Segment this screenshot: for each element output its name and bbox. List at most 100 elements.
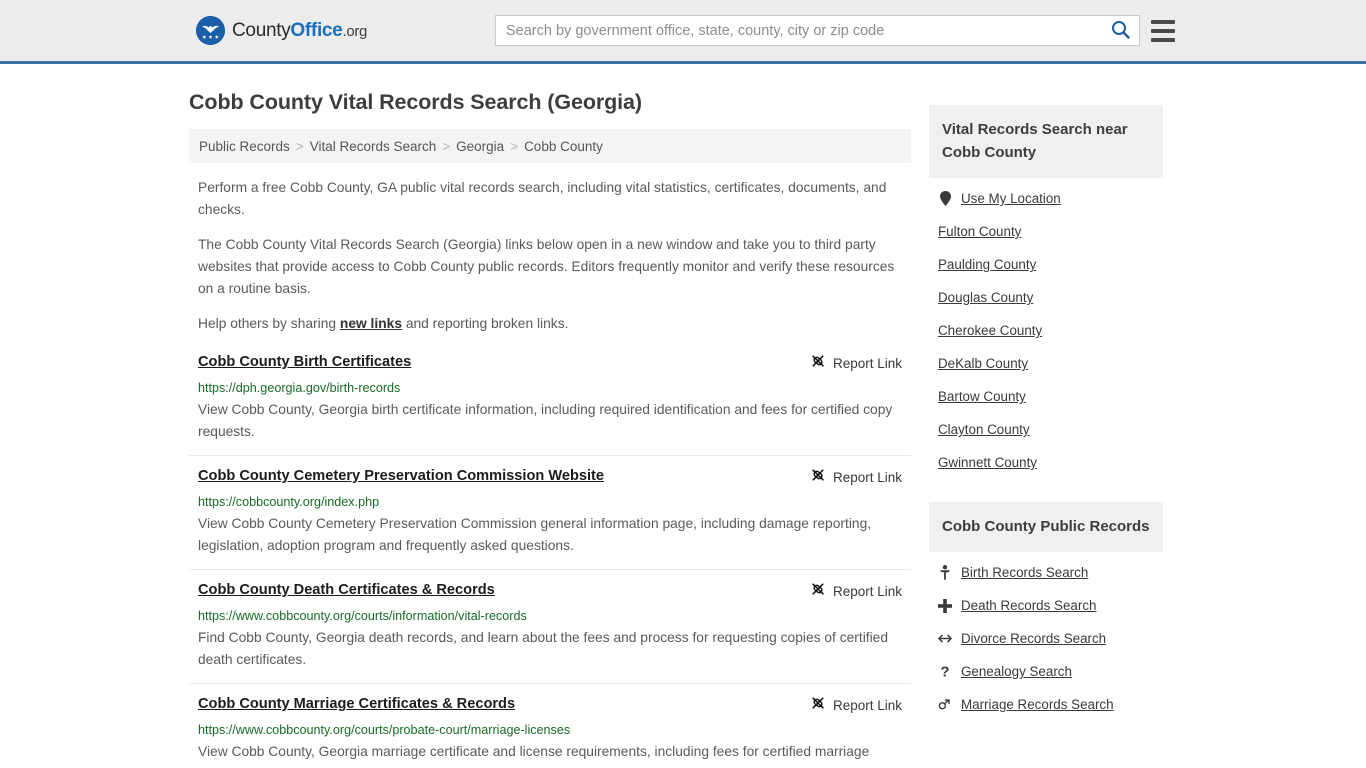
broken-link-icon [810,467,826,488]
page-body: Cobb County Vital Records Search (Georgi… [0,64,1366,768]
new-links-link[interactable]: new links [340,316,402,331]
result-title-link[interactable]: Cobb County Marriage Certificates & Reco… [198,694,515,714]
public-records-heading: Cobb County Public Records [929,502,1163,552]
use-my-location-label: Use My Location [961,191,1061,206]
public-record-death-records-search[interactable]: Death Records Search [929,589,1163,622]
public-record-divorce-records-search[interactable]: Divorce Records Search [929,622,1163,655]
result-title-link[interactable]: Cobb County Death Certificates & Records [198,580,495,600]
sidebar-county-label: Bartow County [938,389,1026,404]
breadcrumb-separator: > [295,138,304,154]
public-record-label: Birth Records Search [961,565,1089,580]
result-title-link[interactable]: Cobb County Cemetery Preservation Commis… [198,466,604,486]
sidebar-county-bartow[interactable]: Bartow County [929,380,1163,413]
result-title-link[interactable]: Cobb County Birth Certificates [198,352,411,372]
report-link-button[interactable]: Report Link [810,695,902,716]
public-record-marriage-records-search[interactable]: Marriage Records Search [929,688,1163,721]
sidebar-county-label: Cherokee County [938,323,1043,338]
public-record-label: Death Records Search [961,598,1097,613]
main-content: Cobb County Vital Records Search (Georgi… [189,64,911,768]
sidebar-county-label: Clayton County [938,422,1030,437]
site-logo-text: CountyOffice.org [232,20,367,42]
result-description: Find Cobb County, Georgia death records,… [198,630,888,667]
question-mark-icon: ? [938,664,952,679]
sidebar-county-dekalb[interactable]: DeKalb County [929,347,1163,380]
breadcrumb-separator: > [442,138,451,154]
intro-paragraph-2: The Cobb County Vital Records Search (Ge… [198,237,895,296]
eagle-seal-logo [196,16,225,45]
search-input[interactable] [496,16,1101,45]
sidebar-county-label: Fulton County [938,224,1022,239]
report-link-label: Report Link [832,698,902,713]
brand-part-county: County [232,19,291,41]
sidebar-county-label: Douglas County [938,290,1034,305]
menu-bar-2 [1151,28,1175,33]
results-list: Cobb County Birth Certificates Report Li… [189,348,911,768]
report-link-button[interactable]: Report Link [810,353,902,374]
map-pin-icon [938,191,952,206]
result-url[interactable]: https://www.cobbcounty.org/courts/probat… [198,722,902,738]
report-link-label: Report Link [832,356,902,371]
sidebar-county-label: Gwinnett County [938,455,1037,470]
search-icon [1111,20,1130,42]
sidebar-county-label: DeKalb County [938,356,1029,371]
public-record-label: Genealogy Search [961,664,1072,679]
result-url[interactable]: https://dph.georgia.gov/birth-records [198,380,902,396]
public-record-label: Divorce Records Search [961,631,1107,646]
intro-share-prefix: Help others by sharing [198,316,340,331]
public-records-panel: Cobb County Public Records Birth Records… [929,502,1163,721]
nearby-counties-panel: Vital Records Search near Cobb County Us… [929,105,1163,479]
baby-icon [938,565,952,580]
report-link-button[interactable]: Report Link [810,581,902,602]
broken-link-icon [810,353,826,374]
left-right-arrow-icon [938,633,952,644]
result-description: View Cobb County, Georgia birth certific… [198,402,893,439]
result-url[interactable]: https://cobbcounty.org/index.php [198,494,902,510]
result-item: Cobb County Birth Certificates Report Li… [189,348,911,455]
search-bar[interactable] [495,15,1140,46]
page-title: Cobb County Vital Records Search (Georgi… [189,90,642,114]
report-link-label: Report Link [832,584,902,599]
result-description: View Cobb County, Georgia marriage certi… [198,744,870,768]
breadcrumb-item-vital-records-search[interactable]: Vital Records Search [310,139,437,154]
result-url[interactable]: https://www.cobbcounty.org/courts/inform… [198,608,902,624]
menu-bar-3 [1151,37,1175,42]
intro-share-suffix: and reporting broken links. [402,316,569,331]
svg-text:?: ? [940,664,949,679]
site-header: CountyOffice.org [0,0,1366,64]
public-record-genealogy-search[interactable]: ? Genealogy Search [929,655,1163,688]
use-my-location-item[interactable]: Use My Location [929,182,1163,215]
sidebar: Vital Records Search near Cobb County Us… [929,64,1163,768]
result-item: Cobb County Marriage Certificates & Reco… [189,683,911,768]
breadcrumb: Public Records > Vital Records Search > … [189,129,911,163]
search-button[interactable] [1101,16,1139,45]
public-record-label: Marriage Records Search [961,697,1114,712]
nearby-counties-heading: Vital Records Search near Cobb County [929,105,1163,178]
breadcrumb-item-cobb-county: Cobb County [524,138,603,154]
sidebar-county-douglas[interactable]: Douglas County [929,281,1163,314]
sidebar-county-label: Paulding County [938,257,1037,272]
nearby-counties-list: Use My Location Fulton County Paulding C… [929,182,1163,479]
breadcrumb-item-georgia[interactable]: Georgia [456,139,504,154]
broken-link-icon [810,581,826,602]
sidebar-county-fulton[interactable]: Fulton County [929,215,1163,248]
result-item: Cobb County Cemetery Preservation Commis… [189,455,911,569]
sidebar-county-cherokee[interactable]: Cherokee County [929,314,1163,347]
intro-paragraph-3: Help others by sharing new links and rep… [189,313,911,335]
report-link-label: Report Link [832,470,902,485]
result-item: Cobb County Death Certificates & Records [189,569,911,683]
public-record-birth-records-search[interactable]: Birth Records Search [929,556,1163,589]
result-description: View Cobb County Cemetery Preservation C… [198,516,872,553]
site-logo-link[interactable]: CountyOffice.org [196,16,367,45]
broken-link-icon [810,695,826,716]
sidebar-county-clayton[interactable]: Clayton County [929,413,1163,446]
sidebar-county-paulding[interactable]: Paulding County [929,248,1163,281]
cross-icon [938,598,952,613]
breadcrumb-separator: > [510,138,519,154]
breadcrumb-item-public-records[interactable]: Public Records [199,139,290,154]
menu-bar-1 [1151,19,1175,24]
hamburger-menu-icon[interactable] [1151,19,1175,42]
public-records-list: Birth Records Search Death Records Searc… [929,556,1163,721]
brand-part-org: .org [342,22,368,40]
sidebar-county-gwinnett[interactable]: Gwinnett County [929,446,1163,479]
report-link-button[interactable]: Report Link [810,467,902,488]
